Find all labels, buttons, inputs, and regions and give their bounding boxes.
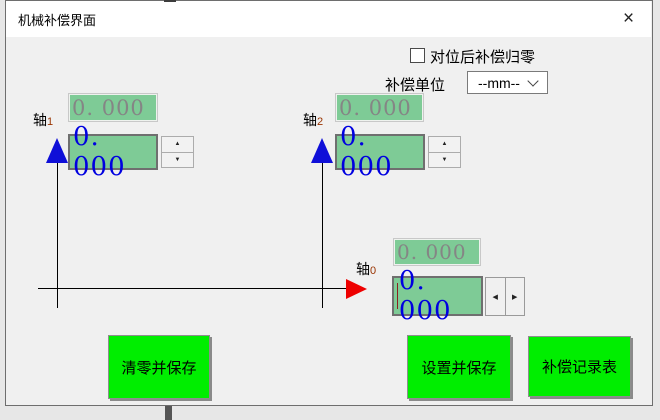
titlebar[interactable]: [6, 1, 651, 37]
axis1-upper-value-field[interactable]: 0. 000: [68, 93, 158, 122]
axis1-spin-down-button[interactable]: ▼: [161, 152, 194, 169]
background-window-edge: [164, 0, 176, 2]
arrow-right-icon: ▶: [512, 293, 517, 301]
close-button[interactable]: ×: [606, 1, 651, 36]
axis0-lower-value: 0. 000: [399, 266, 481, 326]
axis0-upper-value: 0. 000: [397, 240, 467, 264]
axis0-spin-right-button[interactable]: ▶: [505, 277, 526, 316]
zero-after-align-label: 对位后补偿归零: [430, 46, 535, 67]
compensation-record-table-button[interactable]: 补偿记录表: [528, 336, 631, 397]
close-icon: ×: [623, 8, 634, 30]
axis2-arrow-up-icon: [311, 138, 333, 163]
axis0-number: 0: [370, 265, 376, 277]
axis0-spin-left-button[interactable]: ◀: [485, 277, 506, 316]
compensation-unit-label: 补偿单位: [385, 74, 445, 95]
axis1-upper-value: 0. 000: [72, 96, 145, 120]
axis2-spinner: ▲ ▼: [428, 136, 461, 168]
arrow-up-icon: ▲: [442, 141, 448, 147]
axis2-lower-value-field[interactable]: 0. 000: [335, 134, 425, 170]
axis0-name: 轴: [356, 261, 370, 277]
clear-and-save-label: 清零并保存: [121, 357, 196, 378]
axis0-spinner: ◀ ▶: [485, 277, 525, 316]
axis1-lower-value-field[interactable]: 0. 000: [68, 134, 158, 170]
screen: 机械补偿界面 × 对位后补偿归零 补偿单位 --mm-- 轴1 0. 000 0…: [0, 0, 660, 420]
axis2-spin-down-button[interactable]: ▼: [428, 152, 461, 169]
chevron-down-icon: [527, 75, 538, 86]
arrow-down-icon: ▼: [175, 157, 181, 163]
axis0-arrow-right-icon: [346, 279, 367, 299]
background-window-edge: [165, 406, 172, 420]
unit-dropdown[interactable]: --mm--: [467, 71, 548, 94]
axis2-lower-value: 0. 000: [340, 122, 423, 182]
arrow-left-icon: ◀: [493, 293, 498, 301]
axis1-number: 1: [47, 116, 53, 128]
axis2-upper-value: 0. 000: [339, 96, 412, 120]
axis1-label: 轴1: [33, 110, 53, 130]
arrow-down-icon: ▼: [442, 157, 448, 163]
compensation-record-table-label: 补偿记录表: [542, 356, 617, 377]
axis1-name: 轴: [33, 112, 47, 128]
axis0-label: 轴0: [356, 259, 376, 279]
axis1-spinner: ▲ ▼: [161, 136, 194, 168]
axis0-line: [38, 288, 347, 289]
arrow-up-icon: ▲: [175, 141, 181, 147]
axis0-upper-value-field[interactable]: 0. 000: [393, 238, 481, 266]
set-and-save-label: 设置并保存: [421, 357, 496, 378]
axis2-name: 轴: [303, 112, 317, 128]
text-caret: [397, 283, 398, 309]
axis1-arrow-up-icon: [46, 138, 68, 163]
axis1-lower-value: 0. 000: [73, 122, 156, 182]
axis1-spin-up-button[interactable]: ▲: [161, 136, 194, 153]
unit-dropdown-value: --mm--: [468, 75, 529, 91]
clear-and-save-button[interactable]: 清零并保存: [108, 335, 210, 399]
axis2-upper-value-field[interactable]: 0. 000: [335, 93, 424, 122]
axis0-lower-value-field[interactable]: 0. 000: [392, 276, 483, 316]
set-and-save-button[interactable]: 设置并保存: [407, 335, 511, 399]
axis2-line: [322, 163, 323, 308]
window-title: 机械补偿界面: [18, 10, 96, 29]
axis2-spin-up-button[interactable]: ▲: [428, 136, 461, 153]
axis2-number: 2: [317, 116, 323, 128]
axis1-line: [57, 163, 58, 308]
axis2-label: 轴2: [303, 110, 323, 130]
zero-after-align-checkbox[interactable]: [410, 48, 425, 63]
